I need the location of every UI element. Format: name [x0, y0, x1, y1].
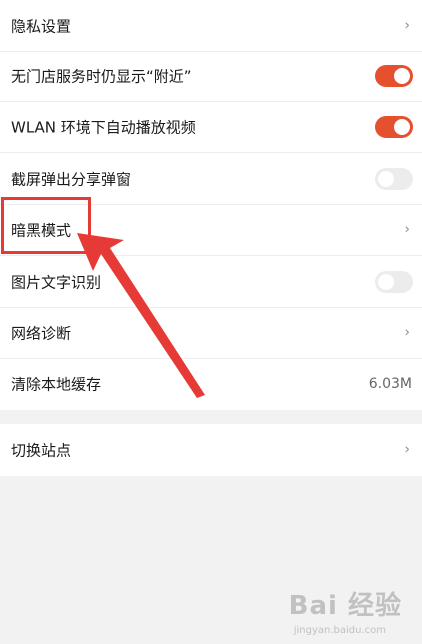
privacy-settings-label: 隐私设置 — [11, 17, 72, 36]
switch-site-row[interactable]: 切换站点 › — [0, 424, 422, 476]
clear-cache-row[interactable]: 清除本地缓存 6.03M — [0, 358, 422, 410]
wlan-autoplay-label: WLAN 环境下自动播放视频 — [11, 118, 196, 137]
image-text-recognition-toggle[interactable] — [375, 271, 413, 293]
annotation-highlight-box — [1, 197, 91, 254]
chevron-right-icon: › — [404, 17, 410, 34]
privacy-settings-row[interactable]: 隐私设置 › — [0, 0, 422, 52]
clear-cache-label: 清除本地缓存 — [11, 375, 102, 394]
screenshot-share-label: 截屏弹出分享弹窗 — [11, 170, 132, 189]
show-nearby-label: 无门店服务时仍显示“附近” — [11, 67, 192, 86]
wlan-autoplay-row: WLAN 环境下自动播放视频 — [0, 101, 422, 153]
switch-site-label: 切换站点 — [11, 441, 72, 460]
network-diagnosis-label: 网络诊断 — [11, 324, 72, 343]
cache-size-value: 6.03M — [368, 376, 412, 392]
toggle-knob — [394, 68, 410, 84]
toggle-knob — [378, 274, 394, 290]
network-diagnosis-row[interactable]: 网络诊断 › — [0, 307, 422, 359]
wlan-autoplay-toggle[interactable] — [375, 116, 413, 138]
toggle-knob — [378, 171, 394, 187]
watermark-url: jingyan.baidu.com — [293, 625, 386, 636]
show-nearby-row: 无门店服务时仍显示“附近” — [0, 50, 422, 102]
show-nearby-toggle[interactable] — [375, 65, 413, 87]
chevron-right-icon: › — [404, 221, 410, 238]
image-text-recognition-label: 图片文字识别 — [11, 273, 102, 292]
screenshot-share-toggle[interactable] — [375, 168, 413, 190]
chevron-right-icon: › — [404, 441, 410, 458]
toggle-knob — [394, 119, 410, 135]
image-text-recognition-row: 图片文字识别 — [0, 256, 422, 308]
baidu-jingyan-watermark: Bai 经验 — [288, 591, 402, 621]
chevron-right-icon: › — [404, 324, 410, 341]
settings-group-site: 切换站点 › — [0, 424, 422, 476]
